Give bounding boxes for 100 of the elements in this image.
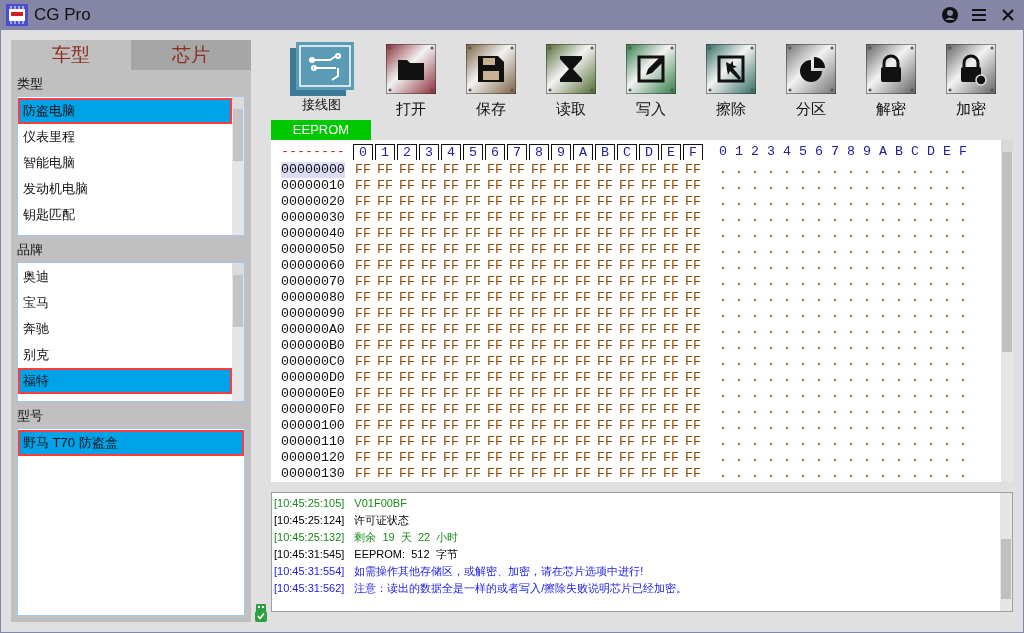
ascii-cell-text: . [959,162,968,178]
ascii-cell-text: . [959,322,968,338]
byte-cell-text: FF [530,162,548,178]
byte-cell-text: FF [574,338,592,354]
column-header: F [959,144,968,160]
ascii-cell-text: . [831,306,840,322]
byte-cell-text: FF [420,370,438,386]
ascii-cell-text: . [767,466,776,482]
byte-cell-text: FF [530,194,548,210]
toolbar-button[interactable]: 打开 [371,40,451,119]
ascii-cell-text: . [927,194,936,210]
byte-cell-text: FF [596,402,614,418]
ascii-cell-text: . [815,402,824,418]
byte-cell-text: FF [530,354,548,370]
log-time: [10:45:31:545] [274,547,345,562]
list-item[interactable]: 奔驰 [18,316,232,342]
list-item[interactable]: 发动机电脑 [18,176,232,202]
byte-cell-text: FF [442,162,460,178]
byte-cell-text: FF [684,178,702,194]
byte-cell-text: FF [442,210,460,226]
ascii-cell-text: . [735,306,744,322]
byte-cell-text: FF [530,338,548,354]
byte-cell-text: FF [684,466,702,482]
ascii-cell-text: . [927,322,936,338]
ascii-cell-text: . [783,386,792,402]
list-item[interactable]: 野马 T70 防盗盒 [18,430,244,456]
ascii-cell-text: . [911,322,920,338]
ascii-cell-text: . [959,210,968,226]
toolbar-button[interactable]: 分区 [771,40,851,119]
toolbar-button[interactable]: 擦除 [691,40,771,119]
list-item[interactable]: 奥迪 [18,264,232,290]
close-icon[interactable] [1002,9,1014,21]
list-item[interactable]: 智能电脑 [18,150,232,176]
ascii-cell-text: . [735,162,744,178]
byte-cell-text: FF [618,450,636,466]
byte-cell-text: FF [398,162,416,178]
ascii-cell-text: . [863,434,872,450]
byte-cell-text: FF [552,226,570,242]
ascii-cell-text: . [783,338,792,354]
byte-cell-text: FF [684,242,702,258]
byte-cell-text: FF [640,162,658,178]
ascii-cell-text: . [847,434,856,450]
list-item[interactable]: 仪表里程 [18,124,232,150]
address-cell: 00000120 [281,450,345,466]
byte-cell-text: FF [398,178,416,194]
toolbar-button[interactable]: 解密 [851,40,931,119]
byte-cell-text: FF [574,354,592,370]
scrollbar[interactable] [232,97,244,235]
toolbar-button[interactable]: 写入 [611,40,691,119]
byte-cell-text: FF [420,274,438,290]
ascii-cell-text: . [815,242,824,258]
ascii-cell-text: . [815,306,824,322]
ascii-cell-text: . [847,258,856,274]
ascii-cell-text: . [879,386,888,402]
byte-cell-text: FF [354,258,372,274]
toolbar-button[interactable]: 保存 [451,40,531,119]
byte-cell-text: FF [376,226,394,242]
ascii-cell-text: . [719,306,728,322]
ascii-cell-text: . [735,418,744,434]
ascii-cell-text: . [911,178,920,194]
scrollbar[interactable] [232,263,244,401]
ascii-cell-text: . [879,210,888,226]
ascii-cell-text: . [831,402,840,418]
menu-icon[interactable] [972,9,986,21]
ascii-cell-text: . [959,242,968,258]
byte-cell-text: FF [442,322,460,338]
toolbar-button[interactable]: 读取 [531,40,611,119]
byte-cell-text: FF [574,274,592,290]
byte-cell-text: FF [420,226,438,242]
list-item[interactable]: 宝马 [18,290,232,316]
byte-cell-text: FF [530,370,548,386]
byte-cell-text: FF [442,434,460,450]
byte-cell-text: FF [574,178,592,194]
log-message: V01F00BF [354,496,407,511]
list-item[interactable]: 防盗电脑 [18,98,232,124]
wiring-diagram-button[interactable]: 接线图 [271,40,371,114]
list-item[interactable]: 福特 [18,368,232,394]
ascii-cell-text: . [719,386,728,402]
byte-cell-text: FF [552,258,570,274]
column-header: 7 [507,144,527,160]
ascii-cell-text: . [895,434,904,450]
scrollbar[interactable] [1001,140,1013,482]
ascii-cell-text: . [895,322,904,338]
ascii-cell-text: . [831,338,840,354]
byte-cell-text: FF [442,418,460,434]
ascii-cell-text: . [895,178,904,194]
ascii-cell-text: . [943,290,952,306]
ascii-cell-text: . [959,354,968,370]
tab[interactable]: 芯片 [131,40,251,70]
user-icon[interactable] [942,7,958,23]
scrollbar[interactable] [1000,493,1012,611]
address-cell: 00000010 [281,178,345,194]
byte-cell-text: FF [420,402,438,418]
byte-cell-text: FF [552,290,570,306]
ascii-cell-text: . [751,402,760,418]
byte-cell-text: FF [354,194,372,210]
byte-cell-text: FF [354,354,372,370]
toolbar-button[interactable]: 加密 [931,40,1011,119]
list-item[interactable]: 钥匙匹配 [18,202,232,228]
list-item[interactable]: 别克 [18,342,232,368]
